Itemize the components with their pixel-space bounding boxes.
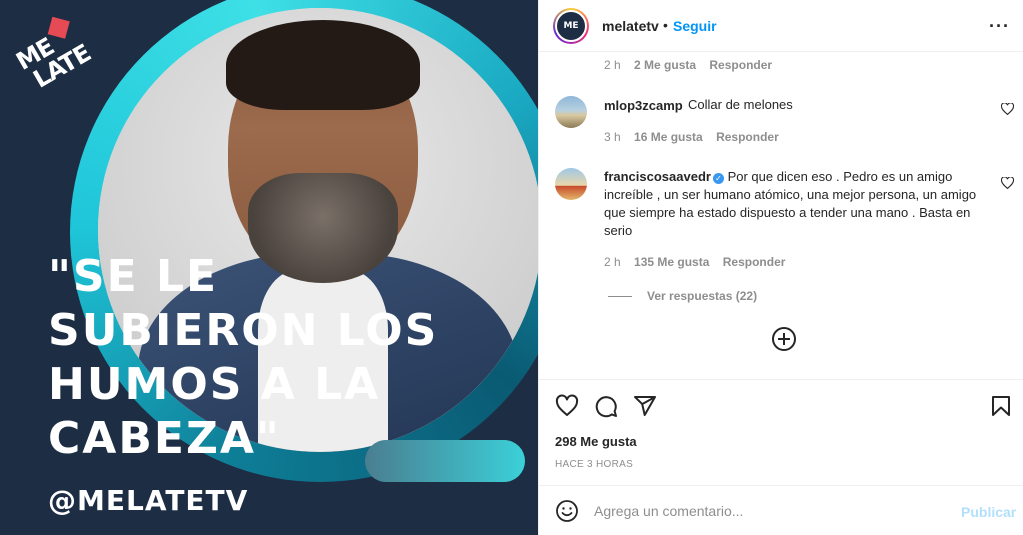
comment-meta: 2 h 135 Me gusta Responder [604,255,795,269]
comment-time: 2 h [604,255,621,269]
comment-bubble-icon[interactable] [594,394,618,418]
post-handle: @MELATETV [48,484,249,517]
comments-list[interactable]: 2 h 2 Me gusta Responder mlop3zcamp Coll… [539,52,1023,379]
quote-line: CABEZA" [48,413,281,464]
comment-likes[interactable]: 16 Me gusta [634,130,703,144]
add-comment-bar: Publicar [539,485,1023,535]
post-side-panel: ME melatetv • Seguir ··· 2 h 2 Me gusta … [538,0,1023,535]
share-send-icon[interactable] [633,394,657,418]
likes-count[interactable]: 298 Me gusta [555,434,637,449]
publish-button[interactable]: Publicar [961,504,1016,520]
comment-username[interactable]: mlop3zcamp [604,98,683,113]
avatar[interactable]: ME [553,8,589,44]
post-timestamp[interactable]: HACE 3 HORAS [555,459,633,470]
comment-meta: 3 h 16 Me gusta Responder [604,130,789,144]
emoji-icon[interactable] [555,499,579,523]
quote-line: "SE LE [48,251,219,302]
comment-likes[interactable]: 135 Me gusta [634,255,709,269]
comment-time: 3 h [604,130,621,144]
comment-input[interactable] [594,500,944,522]
avatar[interactable] [555,96,587,128]
quote-line: SUBIERON LOS [48,305,439,356]
comment-time: 2 h [604,58,621,72]
like-heart-icon[interactable] [555,394,579,418]
follow-button[interactable]: Seguir [673,18,717,34]
comment-likes[interactable]: 2 Me gusta [634,58,696,72]
profile-logo: ME [555,10,587,42]
view-replies-button[interactable]: Ver respuestas (22) [647,289,757,303]
post-header: ME melatetv • Seguir ··· [539,0,1023,52]
quote-line: HUMOS A LA [48,359,381,410]
heart-logo-icon [47,16,70,39]
header-username[interactable]: melatetv [602,18,659,34]
post-image[interactable]: ME LATE "SE LE SUBIERON LOS HUMOS A LA C… [0,0,538,535]
reply-button[interactable]: Responder [709,58,772,72]
like-comment-heart-icon[interactable] [1001,177,1014,189]
load-more-comments-icon[interactable] [772,327,796,351]
separator-dot: • [663,17,668,33]
replies-divider [608,296,632,297]
post-quote: "SE LE SUBIERON LOS HUMOS A LA CABEZA" [48,250,468,466]
avatar[interactable] [555,168,587,200]
more-options-icon[interactable]: ··· [989,16,1010,37]
reply-button[interactable]: Responder [716,130,779,144]
save-bookmark-icon[interactable] [989,394,1013,418]
comment-body: franciscosaavedr ✓ Por que dicen eso . Pe… [604,168,986,240]
comment-username[interactable]: franciscosaavedr [604,169,711,184]
like-comment-heart-icon[interactable] [1001,103,1014,115]
reply-button[interactable]: Responder [723,255,786,269]
comment-text: Collar de melones [688,97,793,112]
comment-meta: 2 h 2 Me gusta Responder [604,58,782,72]
verified-badge-icon: ✓ [712,173,724,184]
melate-logo: ME LATE [2,6,110,109]
post-actions: 298 Me gusta HACE 3 HORAS [539,379,1023,485]
